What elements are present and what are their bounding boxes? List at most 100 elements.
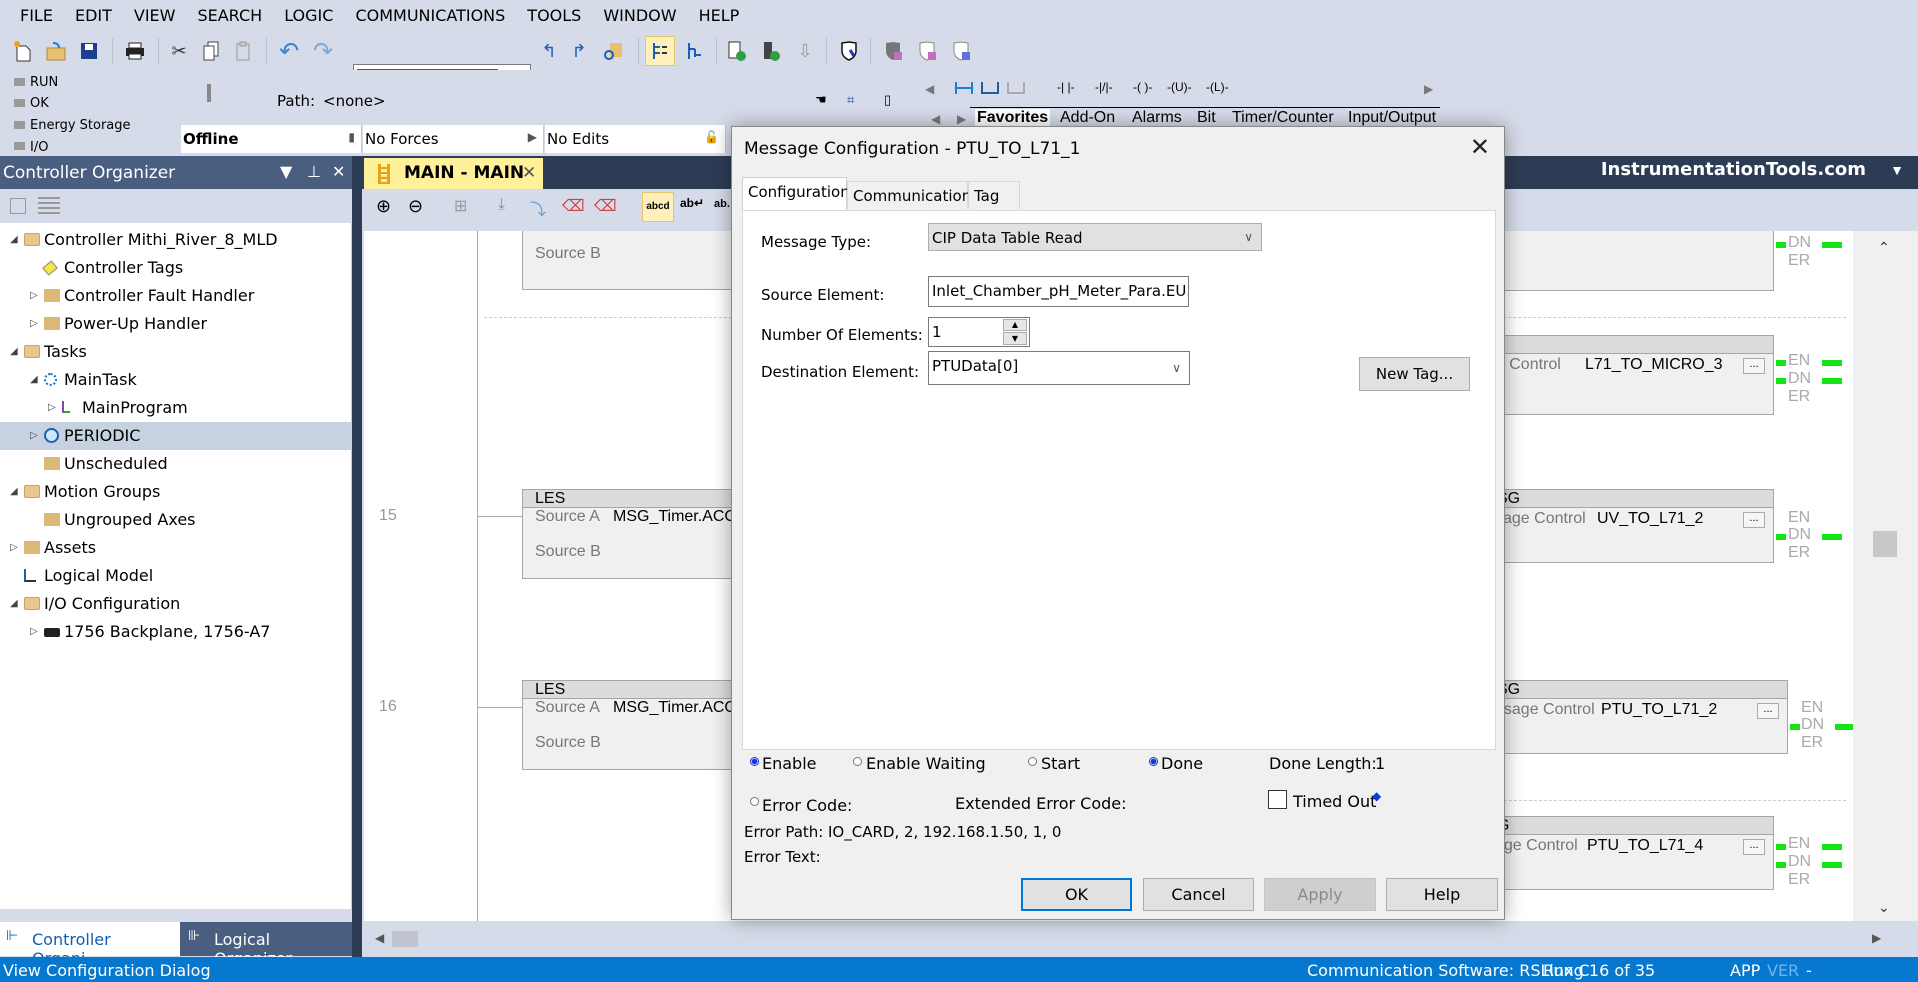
ote-icon[interactable]: -( )- <box>1133 80 1152 94</box>
coil-en[interactable]: EN <box>1801 699 1823 717</box>
scroll-up-icon[interactable]: ⌃ <box>1878 239 1890 256</box>
menu-file[interactable]: FILE <box>20 6 53 25</box>
tree-item[interactable]: ▷ Assets <box>0 534 352 562</box>
coil-dn[interactable]: DN <box>1788 370 1811 388</box>
source-element-input[interactable]: Inlet_Chamber_pH_Meter_Para.EU. <box>928 276 1189 307</box>
otl-icon[interactable]: -(L)- <box>1206 80 1229 94</box>
verify-controller-icon[interactable] <box>758 38 784 64</box>
lock-outline-icon[interactable] <box>914 38 940 64</box>
instruction-box-msg[interactable]: ge Control L71_TO_MICRO_3 ... <box>1484 335 1774 415</box>
tab-configuration[interactable]: Configuration <box>742 177 850 211</box>
tree-item[interactable]: ▷ PERIODIC <box>0 422 352 450</box>
open-file-icon[interactable] <box>43 38 69 64</box>
tree-item[interactable]: ◢ Controller Mithi_River_8_MLD <box>0 226 352 254</box>
palette-scroll-left-icon[interactable]: ◀ <box>925 82 934 96</box>
browse-button[interactable]: ... <box>1743 358 1765 374</box>
tree-item[interactable]: Unscheduled <box>0 450 352 478</box>
coil-er[interactable]: ER <box>1788 871 1810 889</box>
verify-routine-icon[interactable] <box>724 38 750 64</box>
delete-element-icon[interactable]: ⌫ <box>594 196 617 216</box>
unlock-icon[interactable] <box>948 38 974 64</box>
horizontal-scrollbar[interactable]: ◀ ▶ <box>362 921 1918 957</box>
message-control-tag[interactable]: PTU_TO_L71_2 <box>1601 701 1717 719</box>
scroll-left-icon[interactable]: ◀ <box>375 931 384 945</box>
browse-button[interactable]: ... <box>1757 703 1779 719</box>
palette-tab-favorites[interactable]: Favorites <box>975 109 1051 127</box>
redo-icon[interactable]: ↷ <box>310 38 336 65</box>
tree-item[interactable]: ◢ Tasks <box>0 338 352 366</box>
tree-item[interactable]: ▷ MainProgram <box>0 394 352 422</box>
palette-tab-add-on[interactable]: Add-On <box>1060 109 1115 127</box>
paste-icon[interactable] <box>230 38 256 64</box>
vertical-scrollbar[interactable]: ⌃ ⌄ <box>1853 231 1918 921</box>
mode-dropdown[interactable]: Offline ▮ <box>181 125 362 153</box>
message-type-select[interactable]: CIP Data Table Read ∨ <box>928 223 1262 251</box>
tab-controller-organizer[interactable]: ⊩ Controller Organi... <box>0 922 180 968</box>
branch-edit-icon[interactable]: ⊞ <box>454 196 467 216</box>
palette-scroll-right-icon[interactable]: ▶ <box>1424 82 1433 96</box>
undo-icon[interactable]: ↶ <box>276 38 302 65</box>
expand-arrow-icon[interactable]: ▷ <box>10 534 18 562</box>
ok-button[interactable]: OK <box>1021 878 1132 911</box>
menu-view[interactable]: VIEW <box>134 6 176 25</box>
apply-button[interactable]: Apply <box>1264 878 1376 911</box>
truncate-text-icon[interactable]: ab. <box>714 198 730 210</box>
edits-dropdown[interactable]: No Edits 🔓 <box>545 125 726 153</box>
expand-arrow-icon[interactable]: ▷ <box>30 282 38 310</box>
scrollbar-thumb[interactable] <box>1873 531 1897 557</box>
menu-search[interactable]: SEARCH <box>197 6 262 25</box>
coil-dn[interactable]: DN <box>1788 526 1811 544</box>
palette-tabs-left-icon[interactable]: ◀ <box>931 112 940 126</box>
tree-item[interactable]: ▷ Controller Fault Handler <box>0 282 352 310</box>
network-icon[interactable]: ⌗ <box>847 92 854 108</box>
menu-tools[interactable]: TOOLS <box>527 6 581 25</box>
splitter[interactable] <box>352 189 362 957</box>
scroll-right-icon[interactable]: ▶ <box>1872 931 1881 945</box>
forces-dropdown[interactable]: No Forces ▶ <box>363 125 544 153</box>
message-control-tag[interactable]: UV_TO_L71_2 <box>1597 510 1703 528</box>
rung-icon[interactable] <box>955 82 973 94</box>
source-a-value[interactable]: MSG_Timer.ACC <box>613 699 736 717</box>
browse-button[interactable]: ... <box>1743 512 1765 528</box>
tree-item[interactable]: Controller Tags <box>0 254 352 282</box>
print-icon[interactable] <box>122 38 148 64</box>
coil-er[interactable]: ER <box>1788 252 1810 270</box>
tree-item[interactable]: ◢ Motion Groups <box>0 478 352 506</box>
number-of-elements-input[interactable]: 1 ▲ ▼ <box>928 317 1030 347</box>
security-wrench-icon[interactable] <box>836 38 862 64</box>
tab-logical-organizer[interactable]: ⊪ Logical Organizer <box>180 922 352 968</box>
tree-view-icon[interactable] <box>645 36 675 66</box>
show-tag-description-icon[interactable]: abcd <box>642 192 674 222</box>
palette-tabs-right-icon[interactable]: ▶ <box>957 112 966 126</box>
source-a-value[interactable]: MSG_Timer.ACC <box>613 508 736 526</box>
copy-icon[interactable] <box>198 38 224 64</box>
expand-arrow-icon[interactable]: ▷ <box>30 618 38 646</box>
new-file-icon[interactable] <box>10 38 36 64</box>
palette-tab-alarms[interactable]: Alarms <box>1132 109 1182 127</box>
collapse-arrow-icon[interactable]: ◢ <box>10 338 18 366</box>
collapse-all-icon[interactable] <box>10 198 26 214</box>
coil-er[interactable]: ER <box>1788 544 1810 562</box>
close-icon[interactable]: ✕ <box>332 162 345 181</box>
xio-icon[interactable]: -|/|- <box>1095 80 1113 94</box>
coil-en[interactable]: EN <box>1788 352 1810 370</box>
expand-arrow-icon[interactable]: ▷ <box>30 422 38 450</box>
collapse-arrow-icon[interactable]: ◢ <box>30 366 38 394</box>
logical-view-icon[interactable] <box>682 38 708 64</box>
dropdown-icon[interactable]: ▼ <box>280 162 292 181</box>
chevron-down-icon[interactable]: ▼ <box>1890 162 1904 178</box>
collapse-arrow-icon[interactable]: ◢ <box>10 590 18 618</box>
rung-number[interactable]: 15 <box>379 507 397 525</box>
expand-arrow-icon[interactable]: ▷ <box>48 394 56 422</box>
coil-en[interactable]: EN <box>1788 509 1810 527</box>
hscrollbar-thumb[interactable] <box>392 931 418 947</box>
tree-item[interactable]: ▷ Power-Up Handler <box>0 310 352 338</box>
lock-icon[interactable] <box>880 38 906 64</box>
message-control-tag[interactable]: PTU_TO_L71_4 <box>1587 837 1703 855</box>
help-button[interactable]: Help <box>1386 878 1498 911</box>
instruction-box-msg[interactable] <box>1484 231 1774 291</box>
find-icon[interactable] <box>600 38 626 64</box>
tab-tag[interactable]: Tag <box>968 181 1020 209</box>
zoom-out-icon[interactable]: ⊖ <box>408 196 423 217</box>
coil-dn[interactable]: DN <box>1788 234 1811 252</box>
